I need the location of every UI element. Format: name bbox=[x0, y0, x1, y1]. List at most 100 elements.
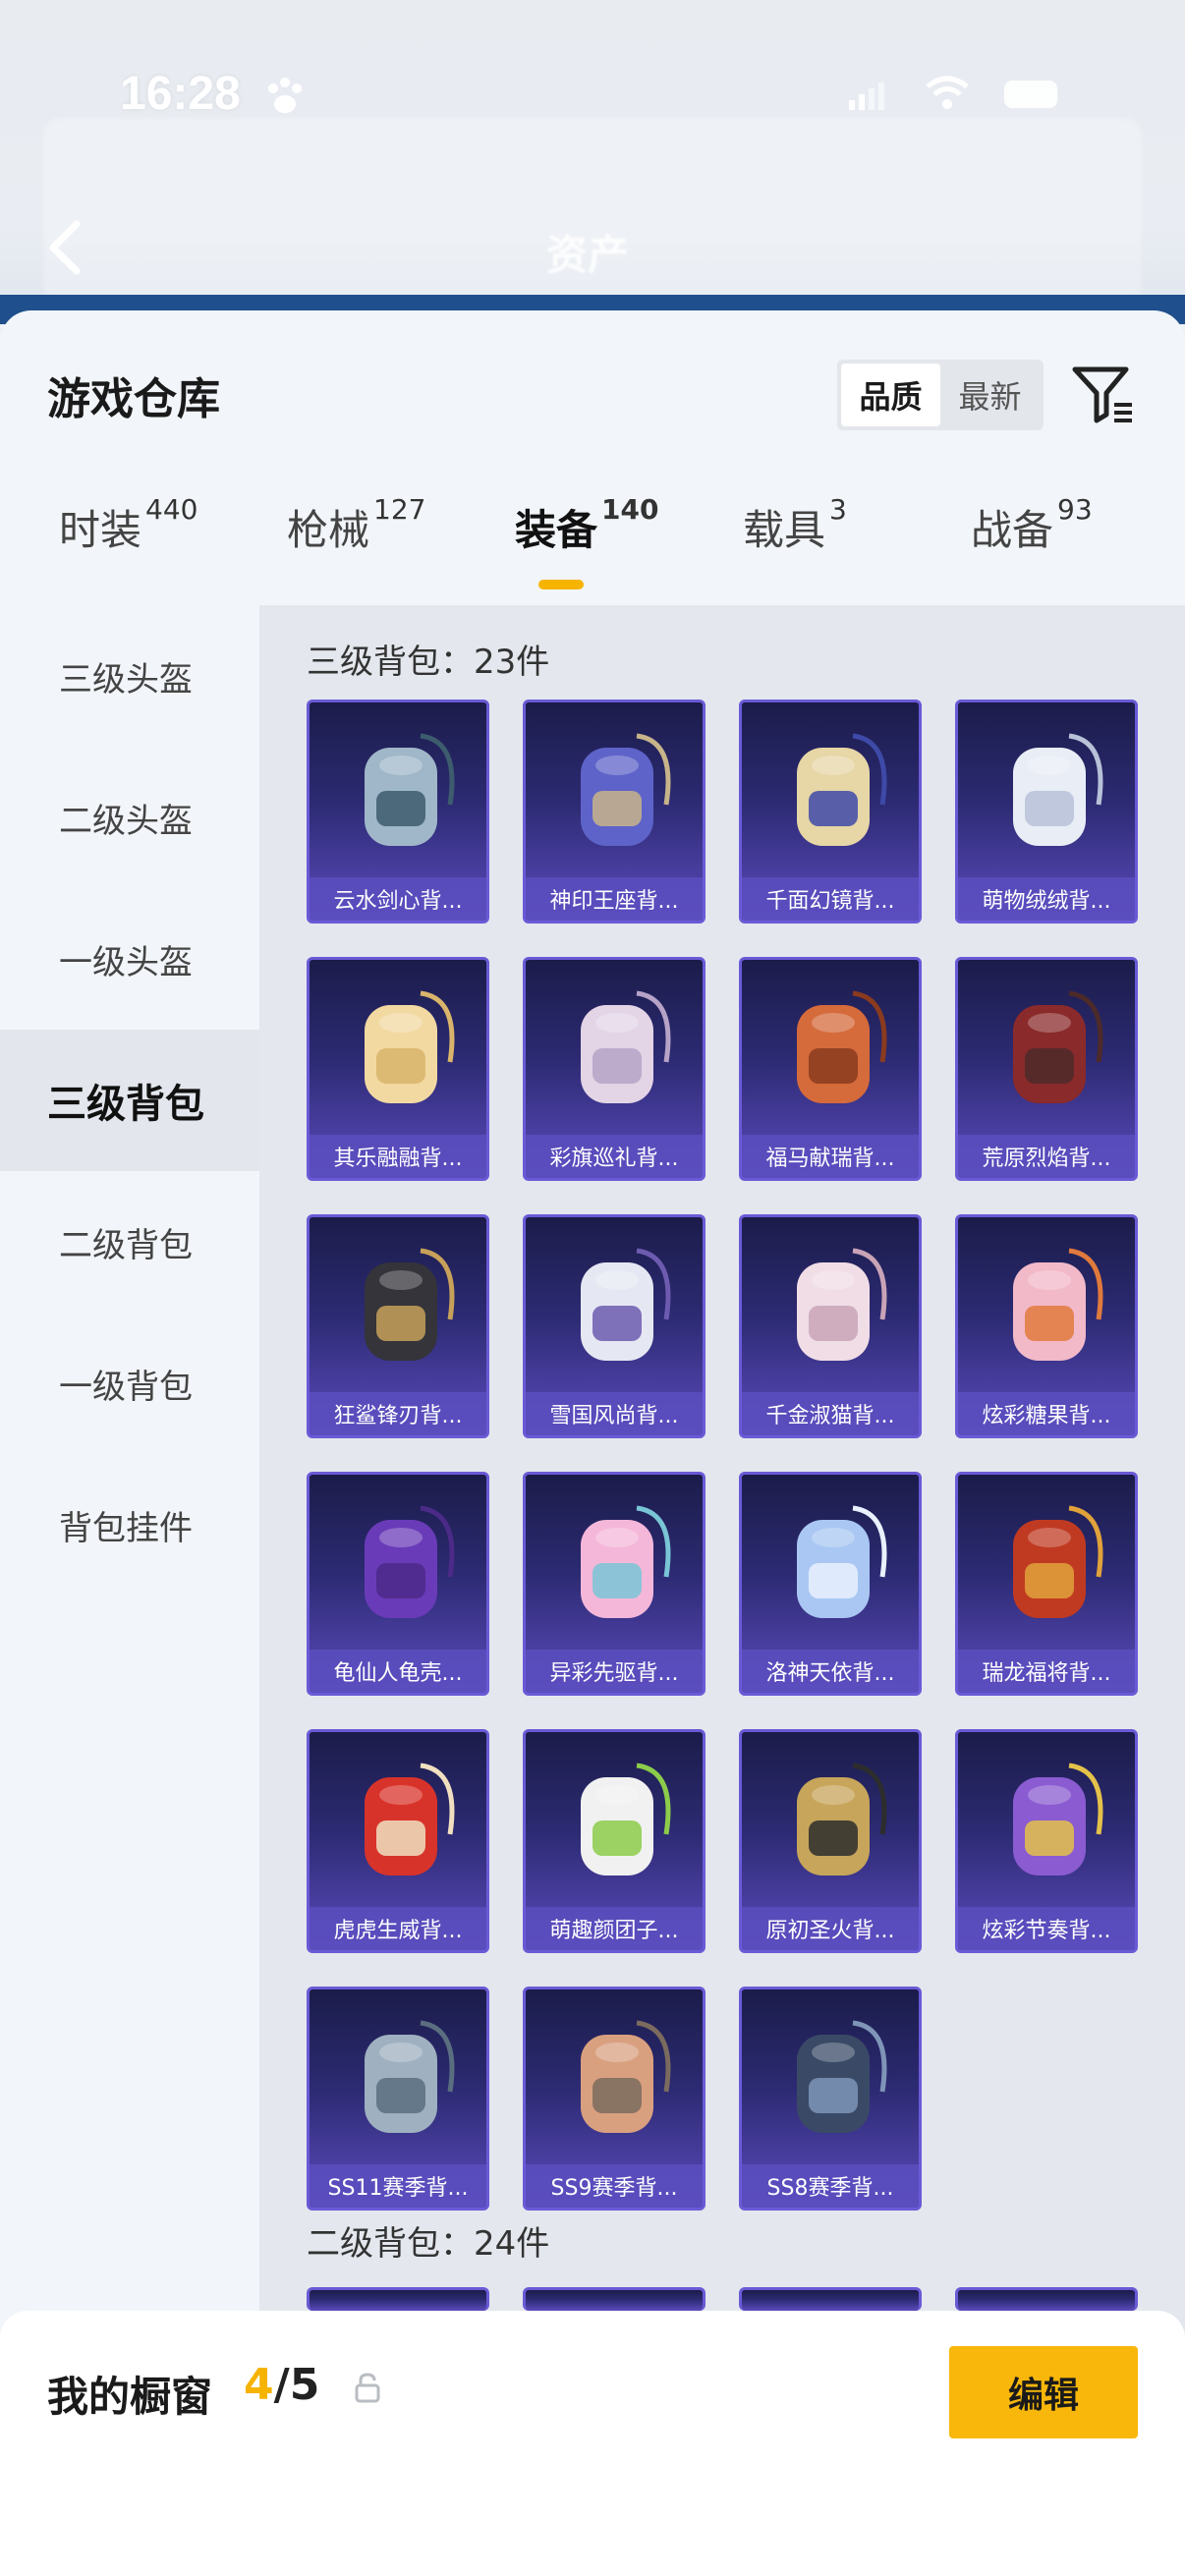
tab-firearms[interactable]: 枪械 127 bbox=[287, 493, 425, 557]
item-card[interactable]: SS9赛季背... bbox=[523, 1987, 705, 2211]
tab-count: 140 bbox=[601, 493, 659, 526]
sort-toggle: 品质 最新 bbox=[837, 360, 1044, 430]
item-card[interactable]: 彩旗巡礼背... bbox=[523, 957, 705, 1181]
item-name: 龟仙人龟壳... bbox=[310, 1650, 486, 1693]
section-title-backpack-2: 二级背包：24件 bbox=[307, 2224, 550, 2264]
item-name: 其乐融融背... bbox=[310, 1135, 486, 1178]
paw-icon bbox=[268, 78, 302, 113]
item-card[interactable]: 异彩先驱背... bbox=[523, 1472, 705, 1696]
backpack-icon bbox=[365, 1248, 455, 1361]
sidebar-item-backpack-2[interactable]: 二级背包 bbox=[0, 1171, 259, 1313]
tab-equipment[interactable]: 装备 140 bbox=[515, 493, 658, 557]
sort-newest-option[interactable]: 最新 bbox=[940, 364, 1040, 426]
item-name: 虎虎生威背... bbox=[310, 1907, 486, 1950]
warehouse-title: 游戏仓库 bbox=[47, 374, 220, 424]
item-name: 萌物绒绒背... bbox=[958, 877, 1135, 921]
tab-label: 枪械 bbox=[287, 506, 370, 554]
item-name: SS11赛季背... bbox=[310, 2164, 486, 2208]
item-card[interactable]: 福马献瑞背... bbox=[739, 957, 922, 1181]
showcase-label: 我的橱窗 bbox=[47, 2373, 213, 2421]
item-name: 千面幻镜背... bbox=[742, 877, 919, 921]
item-name: 千金淑猫背... bbox=[742, 1392, 919, 1435]
item-card[interactable]: 炫彩节奏背... bbox=[955, 1729, 1138, 1953]
backpack-icon bbox=[581, 1248, 671, 1361]
showcase-total: 5 bbox=[289, 2360, 320, 2410]
item-card[interactable]: SS8赛季背... bbox=[739, 1987, 922, 2211]
backpack-icon bbox=[1013, 1763, 1103, 1876]
backpack-icon bbox=[1013, 1248, 1103, 1361]
item-name: 云水剑心背... bbox=[310, 877, 486, 921]
item-card[interactable]: 神印王座背... bbox=[523, 700, 705, 924]
item-name: 雪国风尚背... bbox=[526, 1392, 703, 1435]
item-card[interactable]: 千面幻镜背... bbox=[739, 700, 922, 924]
item-name: 彩旗巡礼背... bbox=[526, 1135, 703, 1178]
tab-supplies[interactable]: 战备 93 bbox=[971, 493, 1093, 557]
sort-quality-option[interactable]: 品质 bbox=[841, 364, 940, 426]
item-card-partial[interactable] bbox=[739, 2287, 922, 2311]
item-name: SS8赛季背... bbox=[742, 2164, 919, 2208]
item-name: 荒原烈焰背... bbox=[958, 1135, 1135, 1178]
showcase-count: 4/5 bbox=[244, 2360, 319, 2410]
status-time: 16:28 bbox=[120, 68, 241, 120]
backpack-icon bbox=[365, 2020, 455, 2133]
item-card[interactable]: 炫彩糖果背... bbox=[955, 1214, 1138, 1438]
tab-fashion[interactable]: 时装 440 bbox=[59, 493, 198, 557]
sidebar-item-backpack-1[interactable]: 一级背包 bbox=[0, 1313, 259, 1454]
item-card[interactable]: 洛神天依背... bbox=[739, 1472, 922, 1696]
filter-icon[interactable] bbox=[1071, 364, 1134, 424]
tab-count: 93 bbox=[1057, 493, 1093, 526]
item-card[interactable]: 千金淑猫背... bbox=[739, 1214, 922, 1438]
backpack-icon bbox=[365, 733, 455, 846]
item-name: 炫彩糖果背... bbox=[958, 1392, 1135, 1435]
item-name: 神印王座背... bbox=[526, 877, 703, 921]
showcase-bar: 我的橱窗 4/5 编辑 bbox=[0, 2311, 1185, 2576]
item-card-partial[interactable] bbox=[523, 2287, 705, 2311]
backpack-icon bbox=[1013, 990, 1103, 1103]
tab-vehicles[interactable]: 载具 3 bbox=[743, 493, 847, 557]
sidebar-item-backpack-charm[interactable]: 背包挂件 bbox=[0, 1454, 259, 1596]
edit-button[interactable]: 编辑 bbox=[949, 2346, 1138, 2438]
item-card[interactable]: SS11赛季背... bbox=[307, 1987, 489, 2211]
backpack-icon bbox=[581, 990, 671, 1103]
subcategory-sidebar: 三级头盔 二级头盔 一级头盔 三级背包 二级背包 一级背包 背包挂件 bbox=[0, 605, 259, 2576]
backpack-icon bbox=[797, 1505, 887, 1618]
item-name: 原初圣火背... bbox=[742, 1907, 919, 1950]
item-card[interactable]: 原初圣火背... bbox=[739, 1729, 922, 1953]
item-card[interactable]: 其乐融融背... bbox=[307, 957, 489, 1181]
item-name: 萌趣颜团子... bbox=[526, 1907, 703, 1950]
sidebar-item-helmet-1[interactable]: 一级头盔 bbox=[0, 888, 259, 1030]
item-card[interactable]: 云水剑心背... bbox=[307, 700, 489, 924]
item-card[interactable]: 瑞龙福将背... bbox=[955, 1472, 1138, 1696]
item-card[interactable]: 狂鲨锋刃背... bbox=[307, 1214, 489, 1438]
backpack-icon bbox=[797, 2020, 887, 2133]
item-card[interactable]: 龟仙人龟壳... bbox=[307, 1472, 489, 1696]
item-card-partial[interactable] bbox=[955, 2287, 1138, 2311]
tab-label: 载具 bbox=[743, 506, 826, 554]
cellular-signal-icon bbox=[849, 83, 884, 110]
backpack-icon bbox=[581, 1763, 671, 1876]
item-card-partial[interactable] bbox=[307, 2287, 489, 2311]
backpack-icon bbox=[797, 1248, 887, 1361]
item-grid-area: 三级背包：23件 云水剑心背... 神印王座背... 千面幻镜背... 萌物绒绒背..… bbox=[259, 605, 1185, 2576]
sidebar-item-helmet-3[interactable]: 三级头盔 bbox=[0, 605, 259, 747]
sidebar-item-backpack-3[interactable]: 三级背包 bbox=[0, 1030, 259, 1171]
item-card[interactable]: 雪国风尚背... bbox=[523, 1214, 705, 1438]
item-card[interactable]: 萌物绒绒背... bbox=[955, 700, 1138, 924]
item-name: 洛神天依背... bbox=[742, 1650, 919, 1693]
battery-icon bbox=[1004, 81, 1057, 108]
warehouse-sheet: 游戏仓库 品质 最新 时装 440 枪械 127 装备 140 载具 3 战备 … bbox=[0, 310, 1185, 2576]
backpack-icon bbox=[797, 990, 887, 1103]
sidebar-item-helmet-2[interactable]: 二级头盔 bbox=[0, 747, 259, 888]
category-tabs: 时装 440 枪械 127 装备 140 载具 3 战备 93 bbox=[0, 493, 1185, 605]
tab-count: 3 bbox=[829, 493, 847, 526]
item-name: 瑞龙福将背... bbox=[958, 1650, 1135, 1693]
backpack-icon bbox=[797, 733, 887, 846]
item-card[interactable]: 荒原烈焰背... bbox=[955, 957, 1138, 1181]
backpack-icon bbox=[1013, 733, 1103, 846]
back-arrow-icon[interactable] bbox=[45, 218, 85, 277]
header-title: 资产 bbox=[546, 231, 630, 279]
item-card[interactable]: 虎虎生威背... bbox=[307, 1729, 489, 1953]
showcase-current: 4 bbox=[244, 2360, 274, 2410]
item-card[interactable]: 萌趣颜团子... bbox=[523, 1729, 705, 1953]
active-tab-indicator bbox=[538, 580, 584, 589]
